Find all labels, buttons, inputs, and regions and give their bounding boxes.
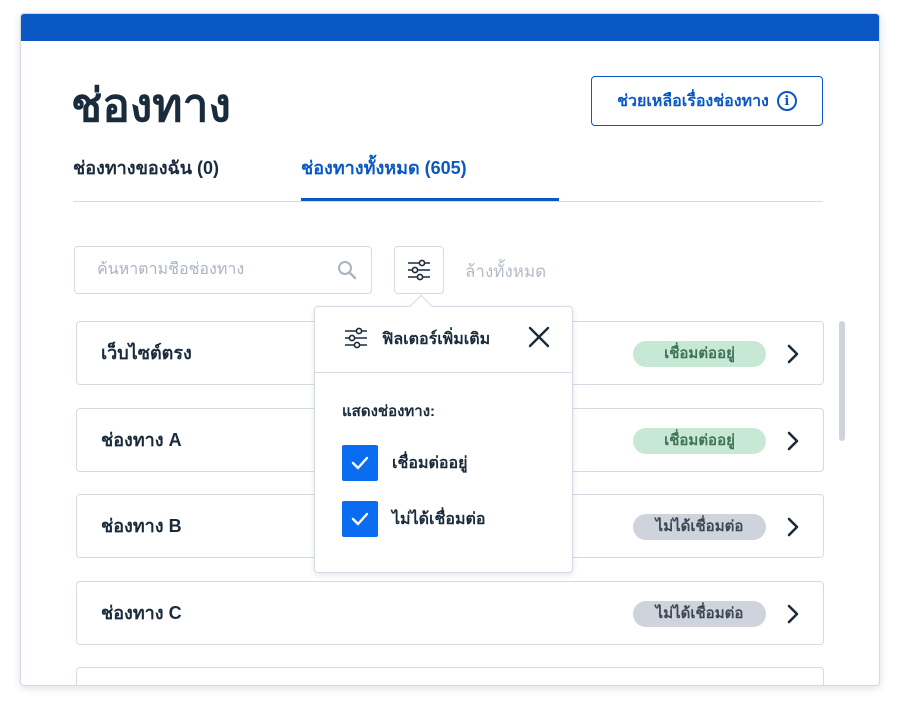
channel-name: ช่องทาง A [101,430,182,450]
sliders-icon [345,327,367,349]
status-badge: ไม่ได้เชื่อมต่อ [633,601,766,627]
channel-row[interactable] [76,667,824,685]
clear-all-link[interactable]: ล้างทั้งหมด [465,258,546,285]
page-title: ช่องทาง [71,79,231,131]
status-badge: เชื่อมต่ออยู่ [633,428,766,454]
filter-option-disconnected[interactable]: ไม่ได้เชื่อมต่อ [342,501,486,537]
help-button[interactable]: ช่วยเหลือเรื่องช่องทาง i [591,76,823,126]
search-field[interactable] [74,246,372,294]
scrollbar-thumb[interactable] [839,321,845,441]
filter-popover: ฟิลเตอร์เพิ่มเติม แสดงช่องทาง: เชื่อมต่อ… [314,294,573,573]
help-button-label: ช่วยเหลือเรื่องช่องทาง [617,92,769,110]
checkbox-label: เชื่อมต่ออยู่ [392,454,468,472]
chevron-right-icon[interactable] [785,343,801,365]
popover-title: ฟิลเตอร์เพิ่มเติม [382,331,491,348]
sliders-icon [408,259,430,281]
status-badge: เชื่อมต่ออยู่ [633,341,766,367]
channel-name: ช่องทาง B [101,516,182,536]
tab-all-channels[interactable]: ช่องทางทั้งหมด (605) [301,154,559,201]
show-channels-label: แสดงช่องทาง: [342,403,436,420]
channel-row[interactable]: ช่องทาง C ไม่ได้เชื่อมต่อ [76,581,824,645]
channel-name: เว็บไซต์ตรง [101,343,192,363]
tab-bar: ช่องทางของฉัน (0) ช่องทางทั้งหมด (605) [73,146,823,202]
checkmark-icon [351,512,369,526]
checkbox-connected[interactable] [342,445,378,481]
channels-card: ช่องทาง ช่วยเหลือเรื่องช่องทาง i ช่องทาง… [20,13,880,686]
close-icon[interactable] [527,325,551,349]
checkmark-icon [351,456,369,470]
chevron-right-icon[interactable] [785,430,801,452]
tab-my-channels[interactable]: ช่องทางของฉัน (0) [73,154,219,201]
popover-header: ฟิลเตอร์เพิ่มเติม [315,307,572,373]
checkbox-disconnected[interactable] [342,501,378,537]
filter-option-connected[interactable]: เชื่อมต่ออยู่ [342,445,467,481]
channel-name: ช่องทาง C [101,603,182,623]
search-icon[interactable] [337,260,357,280]
info-icon: i [776,91,797,111]
chevron-right-icon[interactable] [785,603,801,625]
filter-button[interactable] [394,246,444,294]
status-badge: ไม่ได้เชื่อมต่อ [633,514,766,540]
search-input[interactable] [97,261,317,279]
chevron-right-icon[interactable] [785,516,801,538]
top-accent-bar [21,14,879,41]
checkbox-label: ไม่ได้เชื่อมต่อ [392,510,486,528]
